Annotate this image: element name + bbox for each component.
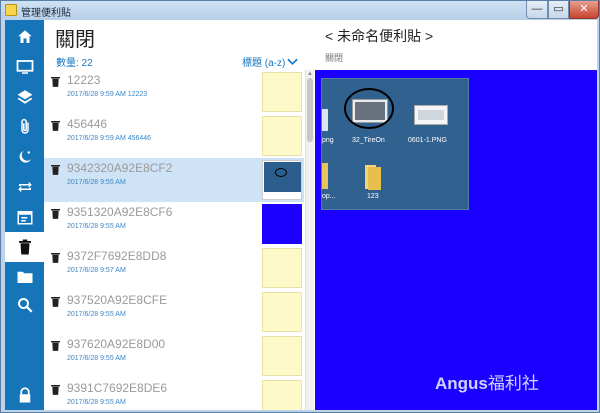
file-label: 0601-1.PNG: [408, 137, 447, 144]
layers-icon: [17, 90, 32, 104]
trash-icon[interactable]: [51, 384, 60, 395]
note-date: 2017/6/28 9:57 AM: [67, 267, 126, 274]
list-item[interactable]: 456446 2017/6/28 9:59 AM 456446: [44, 114, 304, 158]
sidebar-item-trash[interactable]: [5, 232, 44, 262]
trash-icon[interactable]: [51, 296, 60, 307]
file-label: 123: [367, 193, 379, 200]
list-item[interactable]: 937620A92E8D00 2017/6/28 9:55 AM: [44, 334, 304, 378]
note-date: 2017/6/28 9:55 AM: [67, 223, 126, 230]
list-item-selected[interactable]: 9342320A92E8CF2 2017/6/28 9:55 AM: [44, 158, 304, 202]
note-list-pane: 關閉 數量: 22 標題 (a-z) 12223 2017/6/28 9:59 …: [44, 20, 315, 410]
sidebar: [5, 20, 44, 410]
note-canvas[interactable]: png 32_TireOn 0601-1.PNG op... 123 Angus…: [315, 70, 597, 410]
note-date: 2017/6/28 9:55 AM: [67, 311, 126, 318]
sidebar-item-folder[interactable]: [5, 262, 44, 292]
scroll-up-arrow-icon[interactable]: ▲: [307, 71, 313, 77]
note-date: 2017/6/28 9:59 AM 456446: [67, 135, 152, 142]
note-detail-status: 關閉: [325, 53, 344, 63]
minimize-button[interactable]: —: [526, 1, 548, 19]
sort-dropdown[interactable]: 標題 (a-z): [242, 54, 299, 69]
file-label: 32_TireOn: [352, 137, 385, 144]
sticky-note-app-icon: [5, 4, 17, 16]
moon-star-icon: [19, 151, 31, 163]
note-title: 12223: [67, 73, 101, 87]
trash-icon[interactable]: [51, 120, 60, 131]
sidebar-item-attachments[interactable]: [5, 112, 44, 142]
window-title: 管理便利貼: [21, 8, 71, 19]
list-item[interactable]: 9372F7692E8DD8 2017/6/28 9:57 AM: [44, 246, 304, 290]
note-thumbnail: [262, 292, 302, 332]
png-file-icon: [414, 105, 448, 125]
list-scrollbar[interactable]: ▲: [305, 70, 314, 410]
home-icon: [17, 30, 32, 43]
note-thumbnail: [262, 248, 302, 288]
list-item[interactable]: 937520A92E8CFE 2017/6/28 9:55 AM: [44, 290, 304, 334]
circle-mark: [275, 168, 287, 177]
repeat-icon: [17, 181, 32, 193]
list-title: 關閉: [55, 29, 95, 51]
note-list: 12223 2017/6/28 9:59 AM 12223 456446 201…: [44, 70, 304, 410]
list-item[interactable]: 12223 2017/6/28 9:59 AM 12223: [44, 70, 304, 114]
sidebar-item-night[interactable]: [5, 142, 44, 172]
note-title: 937620A92E8D00: [67, 337, 166, 351]
note-thumbnail: [262, 336, 302, 376]
sidebar-item-repeat[interactable]: [5, 172, 44, 202]
chevron-down-icon: [287, 58, 299, 65]
sidebar-item-lock[interactable]: [5, 380, 44, 410]
note-title: 9342320A92E8CF2: [67, 161, 173, 175]
note-title: 456446: [67, 117, 108, 131]
sort-label: 標題 (a-z): [242, 58, 286, 69]
list-item[interactable]: 9351320A92E8CF6 2017/6/28 9:55 AM: [44, 202, 304, 246]
partial-file-icon: [322, 109, 328, 131]
note-thumbnail: [262, 72, 302, 112]
trash-icon[interactable]: [51, 164, 60, 175]
note-thumbnail: [262, 116, 302, 156]
note-count: 數量: 22: [56, 58, 93, 69]
note-date: 2017/6/28 9:55 AM: [67, 179, 126, 186]
sidebar-item-home[interactable]: [5, 22, 44, 52]
sidebar-item-layers[interactable]: [5, 82, 44, 112]
folder-icon: [17, 271, 32, 283]
trash-icon[interactable]: [51, 76, 60, 87]
trash-icon[interactable]: [51, 208, 60, 219]
app-window: 管理便利貼 — ▭ ✕ 關閉 數量: 22 標題 (a-z) 12223 201…: [0, 0, 600, 413]
note-thumbnail: [262, 204, 302, 244]
folder-icon: [365, 165, 381, 190]
sidebar-item-search[interactable]: [5, 290, 44, 320]
note-title: 9391C7692E8DE6: [67, 381, 168, 395]
note-title: 9351320A92E8CF6: [67, 205, 173, 219]
sidebar-item-calendar[interactable]: [5, 202, 44, 232]
trash-icon[interactable]: [51, 340, 60, 351]
trash-icon[interactable]: [51, 252, 60, 263]
note-detail-title[interactable]: < 未命名便利貼 >: [325, 26, 433, 46]
note-title: 9372F7692E8DD8: [67, 249, 167, 263]
hand-drawn-circle: [344, 88, 394, 129]
client-area: 關閉 數量: 22 標題 (a-z) 12223 2017/6/28 9:59 …: [5, 20, 597, 410]
list-item[interactable]: 9391C7692E8DE6 2017/6/28 9:55 AM: [44, 378, 304, 410]
watermark: Angus福利社: [435, 374, 539, 393]
calendar-icon: [17, 211, 32, 225]
paperclip-icon: [20, 118, 29, 134]
maximize-button[interactable]: ▭: [548, 1, 569, 19]
sidebar-item-monitor[interactable]: [5, 52, 44, 82]
note-thumbnail: [262, 380, 302, 410]
search-icon: [17, 298, 33, 313]
lock-icon: [19, 387, 30, 403]
trash-icon: [18, 239, 31, 255]
note-title: 937520A92E8CFE: [67, 293, 168, 307]
close-button[interactable]: ✕: [569, 1, 599, 19]
scrollbar-thumb[interactable]: [307, 78, 313, 142]
note-thumbnail: [262, 160, 302, 200]
file-label: png: [322, 137, 334, 144]
file-label: op...: [322, 193, 336, 200]
note-date: 2017/6/28 9:59 AM 12223: [67, 91, 148, 98]
note-date: 2017/6/28 9:55 AM: [67, 399, 126, 406]
note-detail-pane: < 未命名便利貼 > 關閉 png 32_TireOn 0601-1.PNG o…: [315, 20, 597, 410]
note-date: 2017/6/28 9:55 AM: [67, 355, 126, 362]
screenshot-thumbnail: [264, 162, 301, 192]
pasted-screenshot: png 32_TireOn 0601-1.PNG op... 123: [321, 78, 469, 210]
partial-folder-icon: [322, 163, 328, 189]
monitor-icon: [16, 60, 33, 74]
title-bar[interactable]: 管理便利貼 — ▭ ✕: [1, 1, 599, 20]
